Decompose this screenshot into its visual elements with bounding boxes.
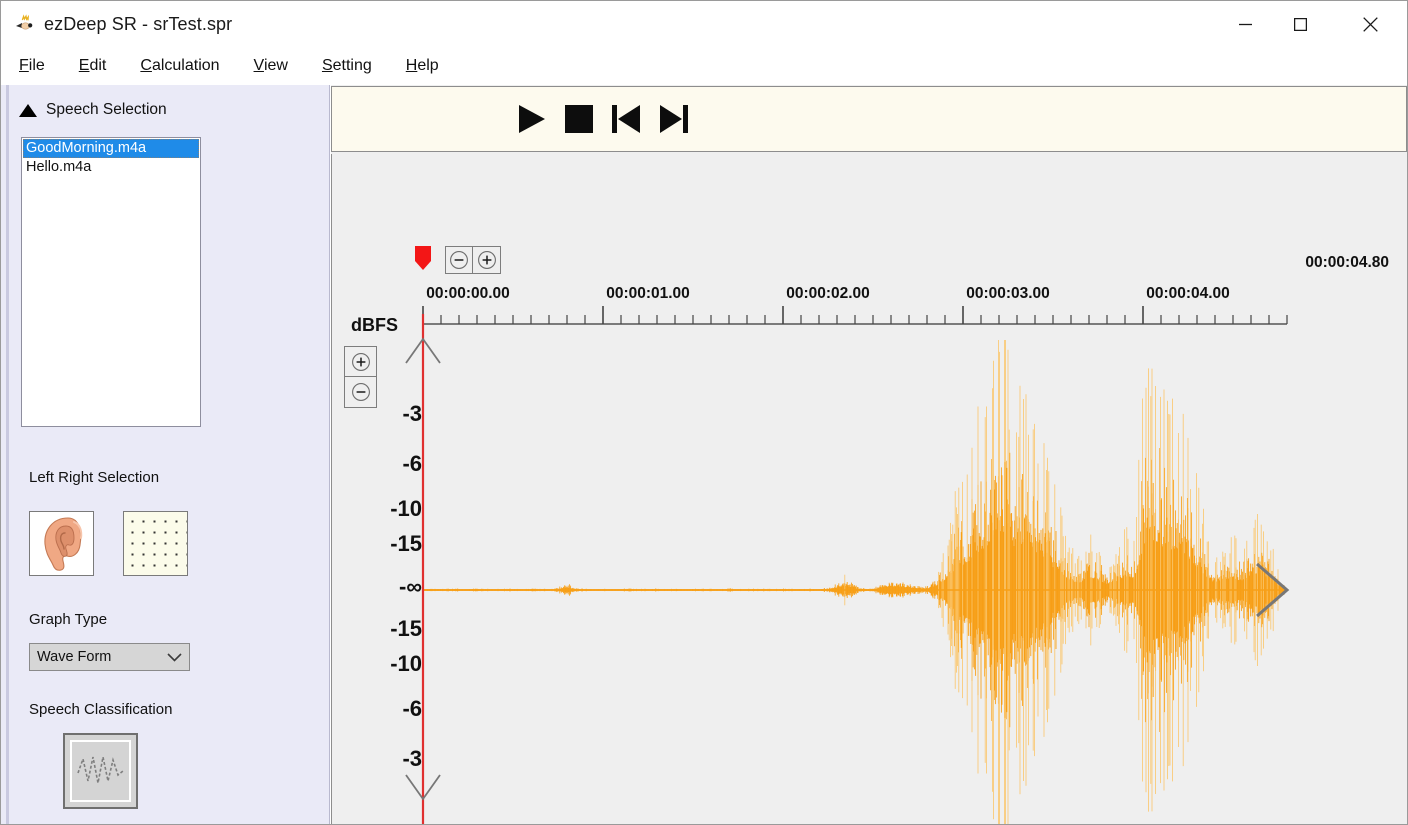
- menu-item-calculation[interactable]: Calculation: [138, 55, 221, 77]
- zoom-in-vertical-button[interactable]: [344, 346, 377, 377]
- menu-mnemonic: S: [321, 57, 333, 74]
- db-axis-label: -3: [402, 746, 422, 771]
- list-item[interactable]: GoodMorning.m4a: [23, 139, 199, 158]
- left-right-selection-label: Left Right Selection: [29, 469, 160, 486]
- zoom-out-vertical-button[interactable]: [344, 377, 377, 408]
- zoom-out-horizontal-button[interactable]: [445, 246, 473, 274]
- menu-mnemonic: H: [405, 57, 418, 74]
- next-button[interactable]: [659, 103, 689, 135]
- time-tick-label: 00:00:02.00: [786, 285, 870, 302]
- previous-button[interactable]: [611, 103, 641, 135]
- menu-label: iew: [263, 57, 288, 74]
- dbfs-axis-title: dBFS: [351, 315, 398, 335]
- play-button[interactable]: [517, 103, 547, 135]
- ear-icon-button[interactable]: [29, 511, 94, 576]
- db-axis-label-center: -∞: [398, 574, 422, 599]
- time-tick-label: 00:00:00.00: [426, 285, 510, 302]
- zoom-in-horizontal-button[interactable]: [473, 246, 501, 274]
- db-axis-label: -15: [390, 616, 422, 641]
- graph-type-select[interactable]: Wave Form: [29, 643, 190, 671]
- menu-label: alculation: [151, 57, 220, 74]
- maximize-button[interactable]: [1277, 1, 1323, 47]
- window-title: ezDeep SR - srTest.spr: [44, 13, 233, 34]
- speech-classification-label: Speech Classification: [29, 701, 173, 718]
- db-axis-label: -3: [402, 401, 422, 426]
- dotted-pattern-button[interactable]: [123, 511, 188, 576]
- horizontal-zoom-controls: [445, 246, 501, 274]
- zigzag-waveform-icon: [76, 756, 123, 784]
- menu-label: ile: [28, 57, 45, 74]
- main-panel: dBFS 00:00:04.80 00:00:00.00 00:00:01.00…: [331, 85, 1407, 824]
- menu-label: elp: [417, 57, 439, 74]
- total-duration-label: 00:00:04.80: [1305, 254, 1389, 271]
- db-axis-label: -6: [402, 451, 422, 476]
- speech-selection-title: Speech Selection: [46, 101, 167, 118]
- list-item[interactable]: Hello.m4a: [23, 158, 199, 177]
- title-bar: ezDeep SR - srTest.spr: [1, 1, 1407, 47]
- time-tick-label: 00:00:04.00: [1146, 285, 1230, 302]
- db-axis-label: -10: [390, 496, 422, 521]
- menu-mnemonic: V: [253, 57, 264, 74]
- application-window: ezDeep SR - srTest.spr File Edit Calcula…: [0, 0, 1408, 825]
- menu-mnemonic: E: [78, 57, 90, 74]
- graph-type-label: Graph Type: [29, 611, 108, 628]
- db-axis-label: -10: [390, 651, 422, 676]
- menu-mnemonic: F: [19, 57, 29, 74]
- chevron-down-icon: [165, 652, 189, 662]
- sidebar-divider: [6, 85, 9, 824]
- menu-item-edit[interactable]: Edit: [77, 55, 109, 77]
- db-axis-label: -6: [402, 696, 422, 721]
- triangle-up-icon: [19, 103, 37, 117]
- sidebar: Speech Selection GoodMorning.m4a Hello.m…: [1, 85, 330, 824]
- ear-icon: [44, 517, 83, 571]
- speech-classification-inner: [70, 740, 131, 802]
- graph-type-value: Wave Form: [37, 649, 112, 665]
- menu-item-help[interactable]: Help: [404, 55, 441, 77]
- menu-label: etting: [332, 57, 372, 74]
- minimize-button[interactable]: [1222, 1, 1268, 47]
- close-button[interactable]: [1347, 1, 1393, 47]
- time-tick-label: 00:00:03.00: [966, 285, 1050, 302]
- menu-item-file[interactable]: File: [17, 55, 47, 77]
- transport-buttons: [517, 103, 689, 135]
- menu-label: dit: [89, 57, 107, 74]
- speech-classification-button[interactable]: [63, 733, 138, 809]
- waveform-graph-panel[interactable]: dBFS 00:00:04.80 00:00:00.00 00:00:01.00…: [331, 154, 1407, 824]
- speech-file-listbox[interactable]: GoodMorning.m4a Hello.m4a: [21, 137, 201, 427]
- time-tick-label: 00:00:01.00: [606, 285, 690, 302]
- db-axis-label: -15: [390, 531, 422, 556]
- speech-selection-header[interactable]: Speech Selection: [19, 101, 167, 119]
- transport-bar: [331, 86, 1407, 152]
- stop-button[interactable]: [565, 105, 593, 133]
- menu-item-setting[interactable]: Setting: [320, 55, 374, 77]
- menu-mnemonic: C: [140, 57, 152, 74]
- menu-item-view[interactable]: View: [252, 55, 290, 77]
- menu-bar: File Edit Calculation View Setting Help: [1, 47, 1407, 85]
- vertical-zoom-controls: [344, 346, 377, 408]
- speaker-hand-icon: [13, 13, 35, 35]
